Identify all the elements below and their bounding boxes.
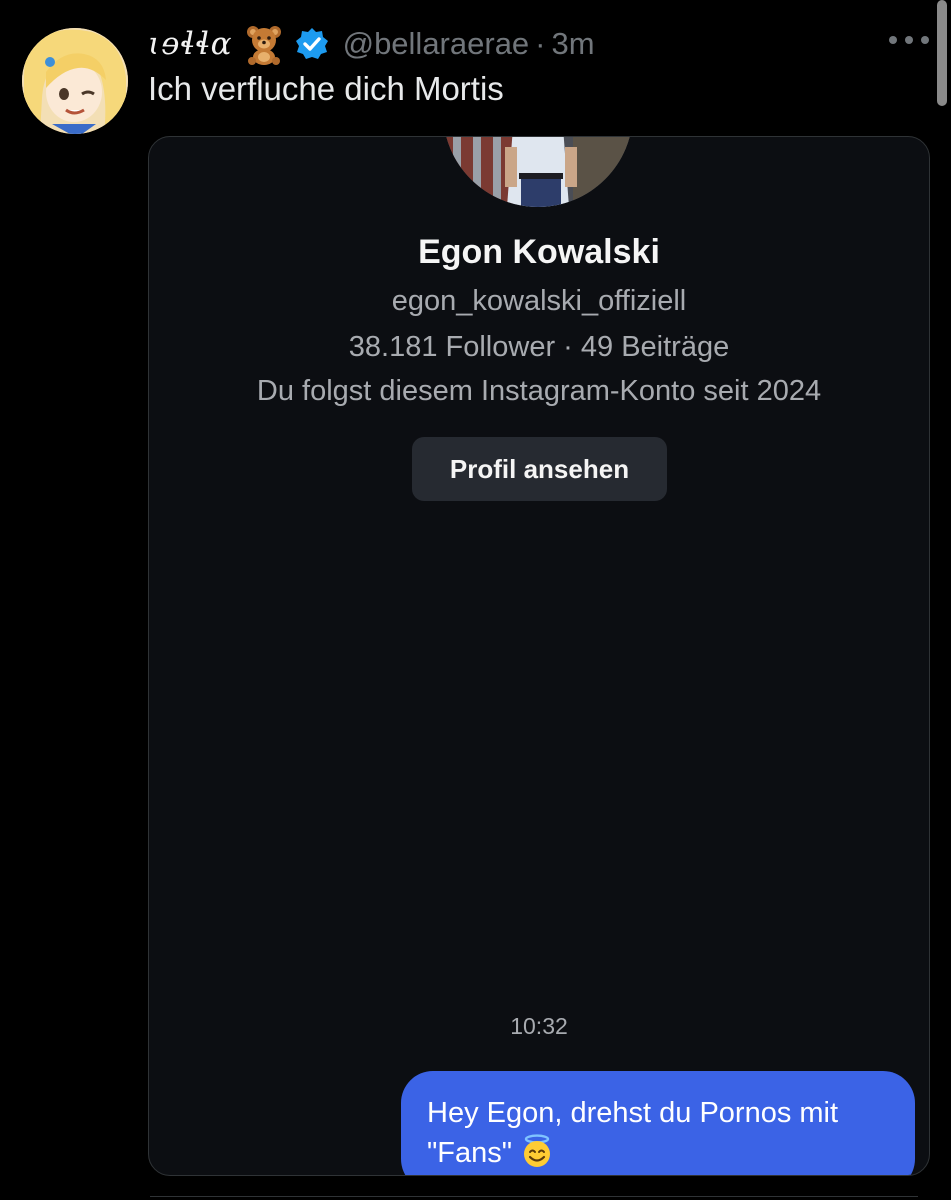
more-options-button[interactable] [889,28,929,52]
display-name[interactable]: ɩɘɬɬɑ [148,26,233,62]
profile-username: egon_kowalski_offiziell [391,285,687,317]
avatar-image [22,28,128,134]
profile-name: Egon Kowalski [418,233,660,271]
avatar[interactable] [22,28,128,134]
profile-stats: 38.181 Follower · 49 Beiträge [348,331,730,363]
more-dot-icon [921,36,929,44]
view-profile-button[interactable]: Profil ansehen [412,437,667,501]
profile-photo [443,137,633,207]
next-card-edge [150,1196,918,1200]
message-timestamp: 10:32 [510,1013,568,1039]
bear-emoji-icon [243,23,285,65]
tweet-text: Ich verfluche dich Mortis [148,70,504,107]
tweet-timestamp[interactable]: 3m [552,26,595,62]
sent-message-bubble[interactable]: Hey Egon, drehst du Pornos mit "Fans" [401,1071,915,1175]
message-text: Hey Egon, drehst du Pornos mit "Fans" [427,1097,839,1169]
verified-badge-icon[interactable] [295,27,329,61]
tweet-view: ɩɘɬɬɑ @bellaraerae · 3m Ich verfluche di… [0,0,951,1200]
smiling-face-with-halo-icon [520,1134,554,1168]
more-dot-icon [889,36,897,44]
user-handle[interactable]: @bellaraerae [343,26,530,62]
profile-follow-info: Du folgst diesem Instagram-Konto seit 20… [256,375,822,407]
separator-dot: · [535,26,546,61]
scrollbar[interactable] [937,0,947,106]
tweet-media-screenshot[interactable]: Egon Kowalski egon_kowalski_offiziell 38… [148,136,930,1176]
more-dot-icon [905,36,913,44]
tweet-header: ɩɘɬɬɑ @bellaraerae · 3m [148,22,595,66]
